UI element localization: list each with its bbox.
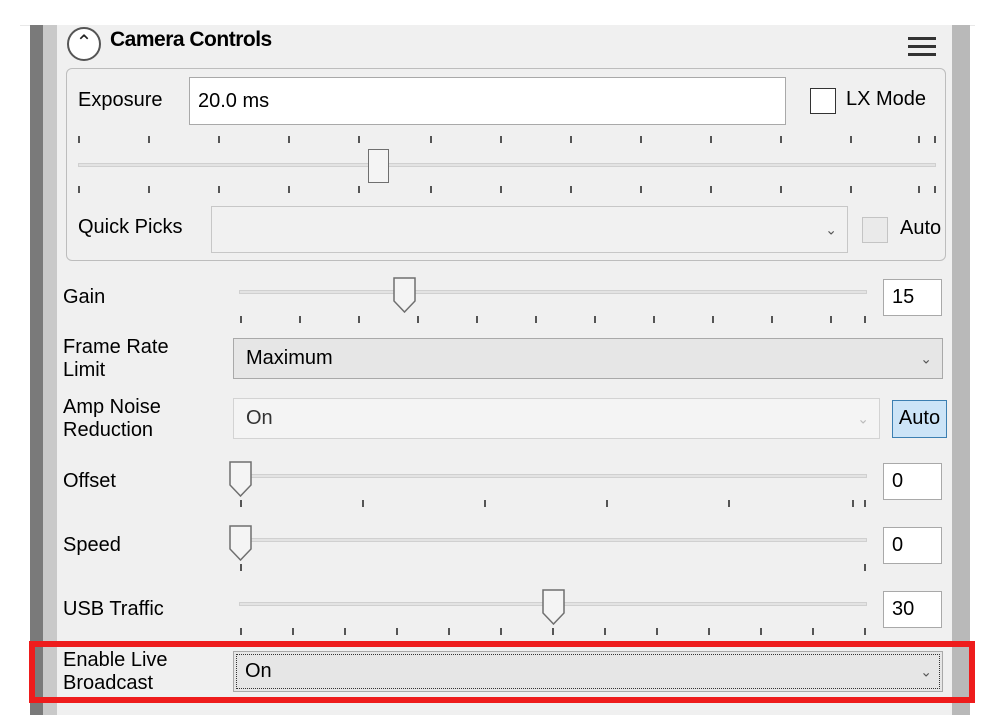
chevron-down-icon: ⌄ xyxy=(825,221,837,237)
quick-picks-auto-label: Auto xyxy=(900,217,942,239)
frame-rate-limit-label: Frame Rate Limit xyxy=(63,336,169,382)
highlight-box xyxy=(29,641,975,703)
quick-picks-dropdown[interactable]: ⌄ xyxy=(211,206,848,253)
usb-traffic-value: 30 xyxy=(892,598,915,620)
gain-input[interactable]: 15 xyxy=(883,279,942,316)
speed-slider-track[interactable] xyxy=(239,538,867,542)
usb-traffic-input[interactable]: 30 xyxy=(883,591,942,628)
gain-slider-track[interactable] xyxy=(239,290,867,294)
offset-input[interactable]: 0 xyxy=(883,463,942,500)
hamburger-menu-icon[interactable] xyxy=(908,37,936,57)
speed-slider-thumb[interactable] xyxy=(229,525,252,562)
chevron-up-icon[interactable]: ⌃ xyxy=(67,27,101,61)
amp-noise-reduction-label: Amp Noise Reduction xyxy=(63,396,161,442)
frame-rate-value: Maximum xyxy=(246,347,333,369)
exposure-label: Exposure xyxy=(78,89,163,111)
usb-traffic-slider-thumb[interactable] xyxy=(542,589,565,626)
offset-slider-thumb[interactable] xyxy=(229,461,252,498)
speed-value: 0 xyxy=(892,534,904,556)
window-top-edge xyxy=(20,4,975,26)
exposure-slider-track[interactable] xyxy=(78,163,936,167)
frame-rate-limit-dropdown[interactable]: Maximum ⌄ xyxy=(233,338,943,379)
speed-input[interactable]: 0 xyxy=(883,527,942,564)
panel-title: Camera Controls xyxy=(110,28,272,51)
exposure-slider-thumb[interactable] xyxy=(368,149,389,183)
usb-traffic-label: USB Traffic xyxy=(63,598,164,620)
offset-slider-track[interactable] xyxy=(239,474,867,478)
speed-label: Speed xyxy=(63,534,121,556)
offset-value: 0 xyxy=(892,470,904,492)
offset-label: Offset xyxy=(63,470,116,492)
chevron-down-icon: ⌄ xyxy=(857,410,869,426)
gain-slider-thumb[interactable] xyxy=(393,277,416,314)
frame-rate-label-line2: Limit xyxy=(63,359,106,381)
exposure-value: 20.0 ms xyxy=(198,89,270,112)
quick-picks-auto-checkbox[interactable] xyxy=(862,217,888,243)
chevron-down-icon: ⌄ xyxy=(920,350,932,366)
lx-mode-checkbox[interactable] xyxy=(810,88,836,114)
amp-noise-label-line1: Amp Noise xyxy=(63,396,161,418)
gain-label: Gain xyxy=(63,286,106,308)
left-frame-inner xyxy=(43,25,57,715)
amp-noise-auto-button[interactable]: Auto xyxy=(892,400,947,438)
exposure-input[interactable]: 20.0 ms xyxy=(189,77,786,125)
amp-noise-value: On xyxy=(246,407,273,429)
quick-picks-label: Quick Picks xyxy=(78,216,183,238)
amp-noise-reduction-dropdown[interactable]: On ⌄ xyxy=(233,398,880,439)
right-scrollbar[interactable] xyxy=(952,25,970,715)
left-frame-border xyxy=(30,25,43,715)
amp-noise-label-line2: Reduction xyxy=(63,419,154,441)
gain-value: 15 xyxy=(892,286,915,308)
lx-mode-label: LX Mode xyxy=(846,88,927,110)
frame-rate-label-line1: Frame Rate xyxy=(63,336,169,358)
